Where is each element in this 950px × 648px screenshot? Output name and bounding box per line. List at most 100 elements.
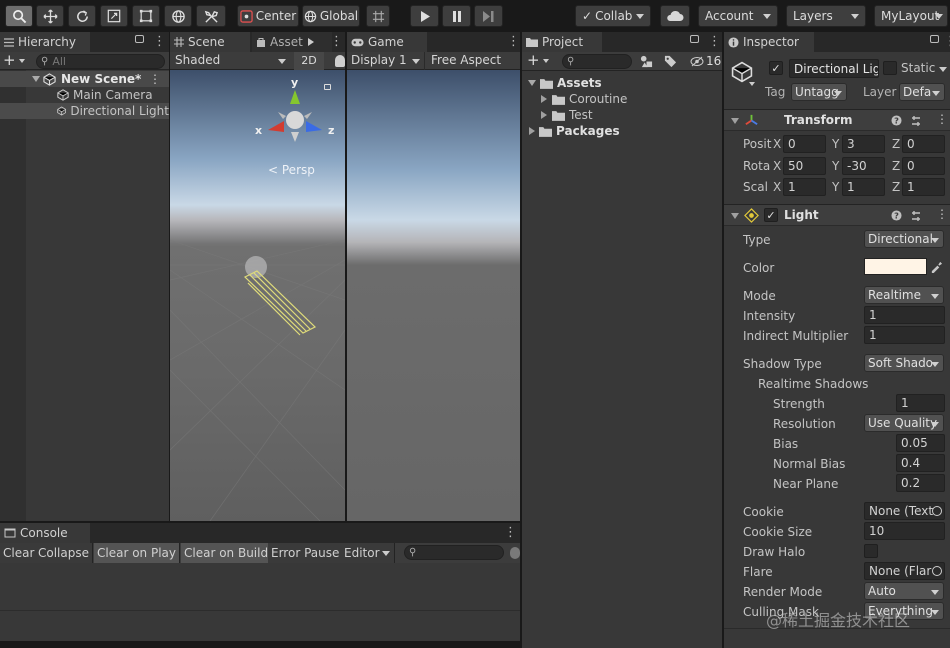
type-dropdown[interactable]: Directional	[864, 230, 944, 248]
hidden-packages-icon[interactable]	[690, 56, 704, 67]
static-checkbox[interactable]	[883, 61, 897, 75]
hierarchy-item-main-camera[interactable]: Main Camera	[0, 87, 169, 103]
view-tool-button[interactable]	[5, 5, 33, 27]
scale-z-field[interactable]: 1	[902, 178, 945, 196]
preset-sliders-icon[interactable]	[910, 115, 922, 127]
flare-field[interactable]: None (Flar	[864, 562, 945, 580]
tab-asset-store[interactable]: Asset S	[252, 32, 332, 52]
indirect-multiplier-field[interactable]: 1	[864, 326, 945, 344]
directional-light-gizmo[interactable]	[240, 255, 320, 345]
shading-mode-dropdown[interactable]: Shaded	[170, 52, 290, 70]
tab-hierarchy[interactable]: Hierarchy	[0, 32, 90, 52]
object-picker-icon[interactable]	[932, 506, 942, 516]
strength-field[interactable]: 1	[896, 394, 945, 412]
grid-snap-button[interactable]	[366, 5, 390, 27]
rotation-z-field[interactable]: 0	[902, 157, 945, 175]
custom-tool-button[interactable]	[196, 5, 226, 27]
preset-sliders-icon[interactable]	[910, 210, 922, 222]
console-detail-area[interactable]	[0, 611, 520, 641]
project-folder-packages[interactable]: Packages	[522, 123, 722, 139]
tab-scene[interactable]: Scene	[170, 32, 250, 52]
gizmo-lock-icon[interactable]	[324, 84, 331, 90]
rotation-y-field[interactable]: -30	[842, 157, 885, 175]
filter-by-label-icon[interactable]	[664, 55, 677, 68]
color-swatch[interactable]	[864, 258, 927, 275]
light-header[interactable]: ✓ Light ? ⋮	[724, 204, 950, 226]
rotation-x-field[interactable]: 50	[783, 157, 826, 175]
filter-by-type-icon[interactable]	[640, 55, 653, 68]
draw-halo-checkbox[interactable]	[864, 544, 878, 558]
scale-y-field[interactable]: 1	[842, 178, 885, 196]
cookie-size-field[interactable]: 10	[864, 522, 945, 540]
kebab-menu-icon[interactable]: ⋮	[936, 207, 948, 221]
scale-tool-button[interactable]	[100, 5, 128, 27]
play-button[interactable]	[410, 5, 439, 27]
lock-icon[interactable]	[690, 35, 699, 43]
tab-console[interactable]: Console	[0, 523, 90, 543]
scene-row[interactable]: New Scene* ⋮	[0, 71, 169, 87]
layers-dropdown[interactable]: Layers	[786, 5, 866, 27]
static-dropdown[interactable]: Static	[899, 61, 949, 77]
project-folder-coroutine[interactable]: Coroutine	[522, 91, 722, 107]
create-plus-button[interactable]: +	[527, 52, 549, 69]
create-plus-button[interactable]: +	[3, 52, 25, 69]
console-collapse-button[interactable]: Collapse	[35, 543, 93, 563]
kebab-menu-icon[interactable]: ⋮	[936, 112, 948, 126]
normal-bias-field[interactable]: 0.4	[896, 454, 945, 472]
shadow-type-dropdown[interactable]: Soft Shado	[864, 354, 944, 372]
position-y-field[interactable]: 3	[842, 135, 885, 153]
kebab-menu-icon[interactable]: ⋮	[708, 34, 721, 49]
transform-tool-button[interactable]	[164, 5, 192, 27]
toggle-2d-button[interactable]: 2D	[294, 52, 324, 70]
lock-icon[interactable]	[930, 35, 939, 43]
bias-field[interactable]: 0.05	[896, 434, 945, 452]
step-button[interactable]	[474, 5, 503, 27]
scale-x-field[interactable]: 1	[783, 178, 826, 196]
rotate-tool-button[interactable]	[68, 5, 96, 27]
transform-header[interactable]: Transform ? ⋮	[724, 109, 950, 131]
eyedropper-icon[interactable]	[930, 260, 943, 273]
console-error-pause-button[interactable]: Error Pause	[268, 543, 344, 563]
kebab-menu-icon[interactable]: ⋮	[504, 525, 517, 540]
kebab-menu-icon[interactable]: ⋮	[944, 34, 950, 49]
project-folder-assets[interactable]: Assets	[522, 75, 722, 91]
lightbulb-icon[interactable]	[335, 55, 345, 67]
active-checkbox[interactable]: ✓	[769, 61, 783, 75]
display-dropdown[interactable]: Display 1	[347, 52, 425, 70]
console-editor-dropdown[interactable]: Editor	[341, 543, 395, 563]
account-dropdown[interactable]: Account	[698, 5, 778, 27]
console-clear-on-build-button[interactable]: Clear on Build	[181, 543, 273, 563]
tab-inspector[interactable]: Inspector	[724, 32, 814, 52]
tab-project[interactable]: Project	[522, 32, 602, 52]
help-icon[interactable]: ?	[891, 210, 902, 221]
lock-icon[interactable]	[135, 35, 144, 43]
tab-game[interactable]: Game	[347, 32, 427, 52]
near-plane-field[interactable]: 0.2	[896, 474, 945, 492]
kebab-menu-icon[interactable]: ⋮	[330, 34, 343, 49]
console-log-area[interactable]	[0, 565, 520, 611]
light-enabled-checkbox[interactable]: ✓	[764, 208, 778, 222]
pause-button[interactable]	[442, 5, 471, 27]
render-mode-dropdown[interactable]: Auto	[864, 582, 944, 600]
position-x-field[interactable]: 0	[783, 135, 826, 153]
cloud-button[interactable]	[660, 5, 690, 27]
scene-viewport[interactable]: y x z < Persp	[170, 70, 345, 521]
console-search-input[interactable]: ⚲	[404, 545, 504, 560]
cookie-field[interactable]: None (Text	[864, 502, 945, 520]
move-tool-button[interactable]	[36, 5, 64, 27]
kebab-menu-icon[interactable]: ⋮	[507, 34, 520, 49]
help-icon[interactable]: ?	[891, 115, 902, 126]
kebab-menu-icon[interactable]: ⋮	[149, 72, 161, 86]
console-clear-on-play-button[interactable]: Clear on Play	[94, 543, 180, 563]
intensity-field[interactable]: 1	[864, 306, 945, 324]
persp-toggle[interactable]: < Persp	[268, 163, 315, 177]
project-search-input[interactable]: ⚲	[562, 54, 632, 69]
pivot-center-button[interactable]: Center	[237, 5, 299, 27]
object-picker-icon[interactable]	[932, 566, 942, 576]
pivot-global-button[interactable]: Global	[302, 5, 360, 27]
aspect-dropdown[interactable]: Free Aspect	[427, 52, 520, 70]
tag-dropdown[interactable]: Untagg	[791, 83, 847, 101]
object-name-input[interactable]: Directional Lig	[789, 59, 879, 78]
rect-tool-button[interactable]	[132, 5, 160, 27]
kebab-menu-icon[interactable]: ⋮	[153, 34, 166, 49]
